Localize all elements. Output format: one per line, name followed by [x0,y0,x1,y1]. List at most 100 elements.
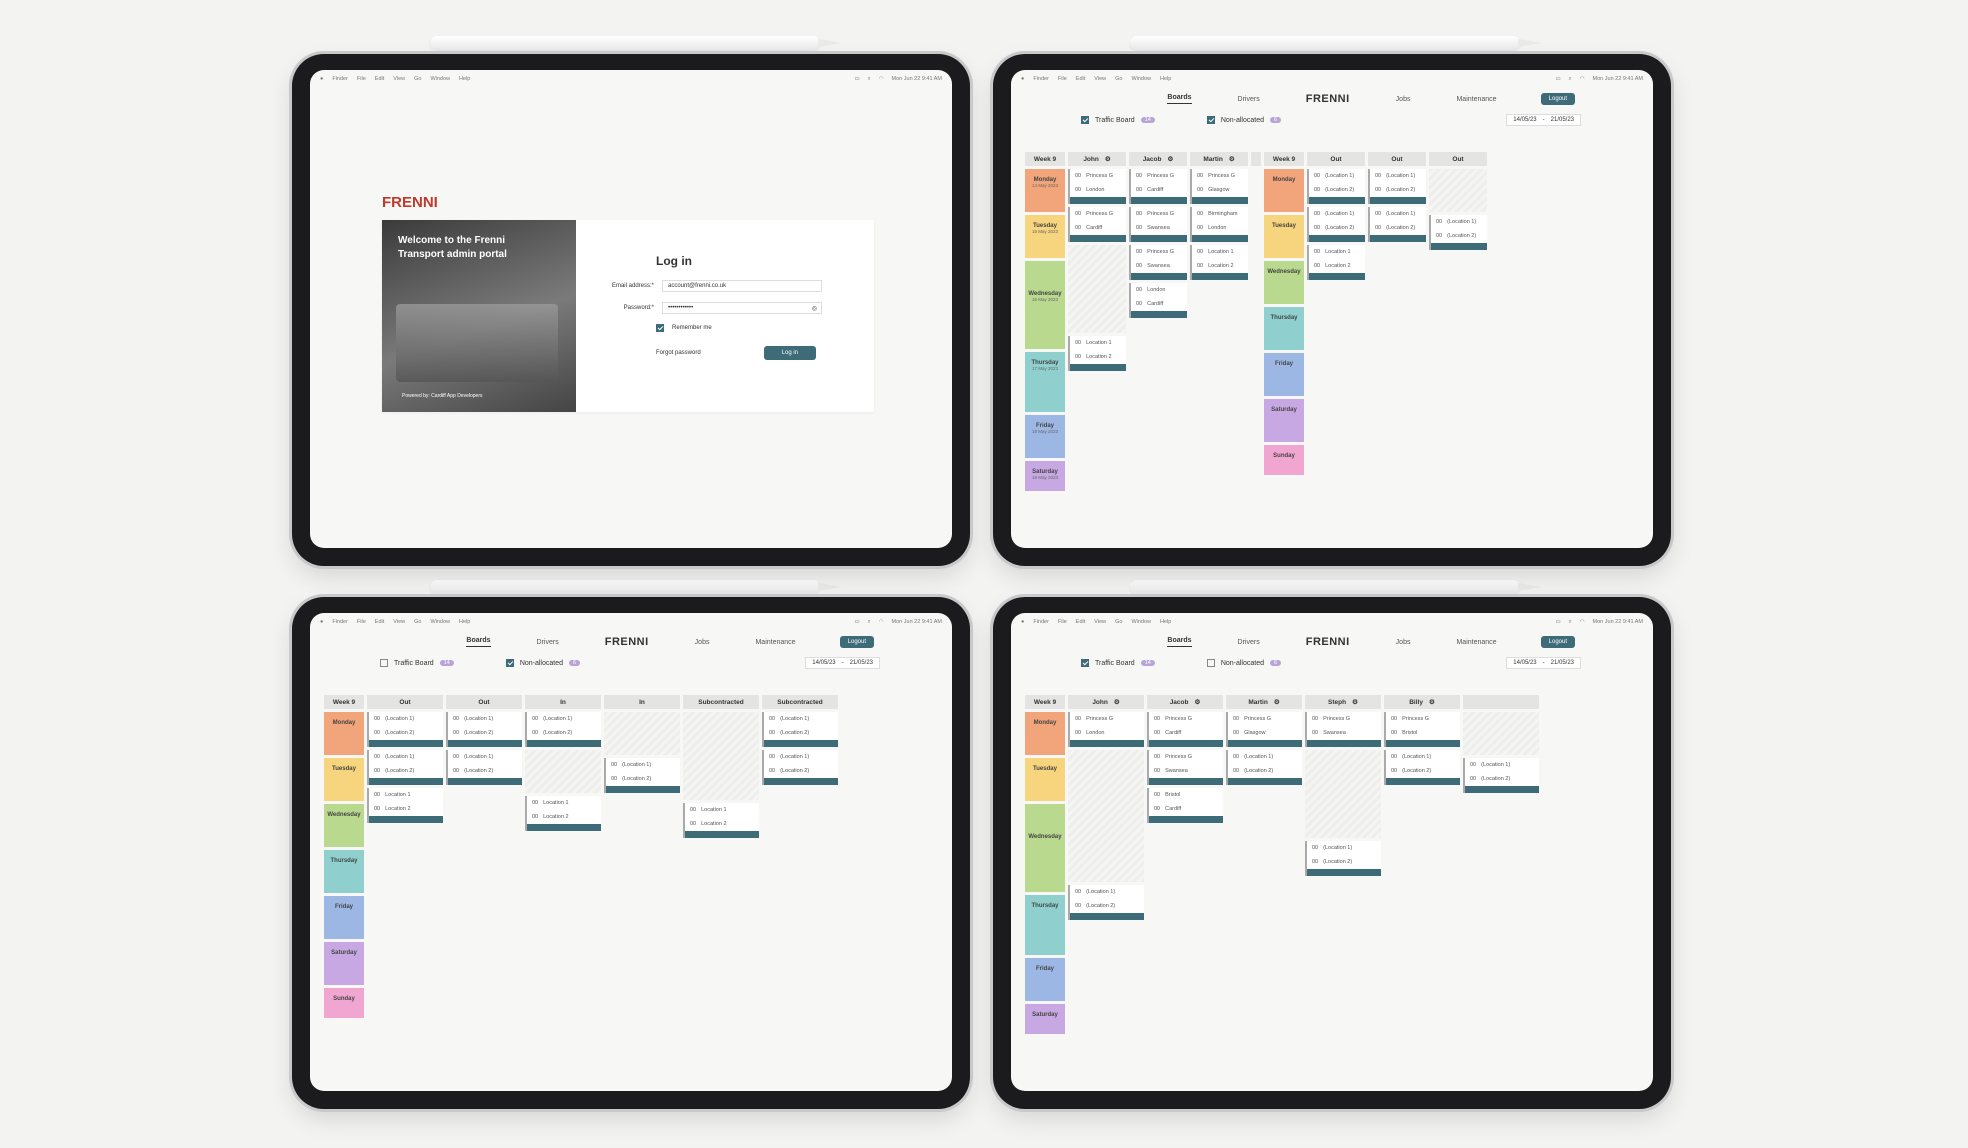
job-card[interactable]: 00 Princess G 00 Swansea [1129,245,1187,280]
nav-drivers[interactable]: Drivers [1238,96,1260,103]
empty-slot[interactable] [1068,245,1126,333]
menu-file[interactable]: File [1058,619,1067,625]
menu-help[interactable]: Help [459,76,470,82]
empty-slot[interactable] [683,712,759,800]
gear-icon[interactable]: ⚙ [1105,155,1111,163]
driver-header[interactable]: Martin ⚙ [1190,152,1248,166]
logout-button[interactable]: Logout [1540,636,1575,648]
menu-window[interactable]: Window [1131,619,1151,625]
job-card[interactable]: 00 (Location 1) 00 (Location 2) [1368,169,1426,204]
search-icon[interactable]: ⌕ [1569,76,1572,83]
menu-go[interactable]: Go [414,619,421,625]
job-card[interactable]: 00 Princess G 00 Glasgow [1190,169,1248,204]
empty-slot[interactable] [525,750,601,793]
job-card[interactable]: 00 Location 1 00 Location 2 [367,788,443,823]
driver-header[interactable]: Jacob ⚙ [1129,152,1187,166]
job-card[interactable]: 00 (Location 1) 00 (Location 2) [367,750,443,785]
job-card[interactable]: 00 (Location 1) 00 (Location 2) [762,750,838,785]
job-card[interactable]: 00 Princess G 00 Swansea [1129,207,1187,242]
date-range[interactable]: 14/05/23-21/05/23 [1506,657,1581,669]
gear-icon[interactable]: ⚙ [1274,698,1280,706]
traffic-checkbox[interactable] [1081,659,1089,667]
job-card[interactable]: 00 Princess G 00 Cardiff [1068,207,1126,242]
job-card[interactable]: 00 (Location 1) 00 (Location 2) [446,712,522,747]
search-icon[interactable]: ⌕ [1569,619,1572,626]
traffic-checkbox[interactable] [380,659,388,667]
job-card[interactable]: 00 (Location 1) 00 (Location 2) [1226,750,1302,785]
menu-file[interactable]: File [357,76,366,82]
traffic-checkbox[interactable] [1081,116,1089,124]
search-icon[interactable]: ⌕ [868,619,871,626]
logout-button[interactable]: Logout [1540,93,1575,105]
empty-slot[interactable] [1068,750,1144,882]
job-card[interactable]: 00 Princess G 00 Glasgow [1226,712,1302,747]
job-card[interactable]: 00 (Location 1) 00 (Location 2) [1307,169,1365,204]
menu-view[interactable]: View [393,76,405,82]
job-card[interactable]: 00 Princess G 00 London [1068,712,1144,747]
driver-header[interactable]: Martin ⚙ [1226,695,1302,709]
nav-maintenance[interactable]: Maintenance [1456,639,1496,646]
email-field[interactable]: account@frenni.co.uk [662,280,822,292]
job-card[interactable]: 00 Princess G 00 Bristol [1384,712,1460,747]
job-card[interactable]: 00 (Location 1) 00 (Location 2) [446,750,522,785]
menu-finder[interactable]: Finder [332,76,348,82]
search-icon[interactable]: ⌕ [868,76,871,83]
job-card[interactable]: 00 Princess G 00 London [1068,169,1126,204]
remember-checkbox[interactable] [656,324,664,332]
gear-icon[interactable]: ⚙ [1114,698,1120,706]
menu-finder[interactable]: Finder [1033,76,1049,82]
menu-edit[interactable]: Edit [375,76,384,82]
job-card[interactable]: 00 Princess G 00 Cardiff [1147,712,1223,747]
nav-maintenance[interactable]: Maintenance [755,639,795,646]
eye-icon[interactable]: ◎ [812,305,817,312]
nav-boards[interactable]: Boards [466,637,491,647]
job-card[interactable]: 00 (Location 1) 00 (Location 2) [762,712,838,747]
nav-jobs[interactable]: Jobs [1396,639,1411,646]
driver-header[interactable]: John ⚙ [1068,695,1144,709]
gear-icon[interactable]: ⚙ [1194,698,1200,706]
menu-help[interactable]: Help [1160,76,1171,82]
menu-view[interactable]: View [1094,619,1106,625]
nav-boards[interactable]: Boards [1167,94,1192,104]
empty-slot[interactable] [1429,169,1487,212]
logout-button[interactable]: Logout [839,636,874,648]
gear-icon[interactable]: ⚙ [1429,698,1435,706]
menu-file[interactable]: File [1058,76,1067,82]
nonalloc-checkbox[interactable] [505,659,514,667]
nav-jobs[interactable]: Jobs [695,639,710,646]
job-card[interactable]: 00 Location 1 00 Location 2 [1307,245,1365,280]
gear-icon[interactable]: ⚙ [1167,155,1173,163]
menu-finder[interactable]: Finder [332,619,348,625]
job-card[interactable]: 00 (Location 1) 00 (Location 2) [525,712,601,747]
nav-maintenance[interactable]: Maintenance [1456,96,1496,103]
forgot-password-link[interactable]: Forgot password [656,350,701,356]
job-card[interactable]: 00 (Location 1) 00 (Location 2) [1307,207,1365,242]
job-card[interactable]: 00 Bristol 00 Cardiff [1147,788,1223,823]
nonalloc-checkbox[interactable] [1206,659,1215,667]
date-range[interactable]: 14/05/23-21/05/23 [1506,114,1581,126]
menu-view[interactable]: View [393,619,405,625]
login-button[interactable]: Log in [763,346,816,360]
nav-drivers[interactable]: Drivers [537,639,559,646]
job-card[interactable]: 00 (Location 1) 00 (Location 2) [1305,841,1381,876]
job-card[interactable]: 00 Birmingham 00 London [1190,207,1248,242]
gear-icon[interactable]: ⚙ [1229,155,1235,163]
job-card[interactable]: 00 (Location 1) 00 (Location 2) [367,712,443,747]
empty-slot[interactable] [604,712,680,755]
menu-help[interactable]: Help [1160,619,1171,625]
job-card[interactable]: 00 (Location 1) 00 (Location 2) [1384,750,1460,785]
menu-file[interactable]: File [357,619,366,625]
menu-window[interactable]: Window [430,76,450,82]
menu-go[interactable]: Go [414,76,421,82]
job-card[interactable]: 00 Princess G 00 Swansea [1305,712,1381,747]
driver-header[interactable]: Billy ⚙ [1384,695,1460,709]
menu-go[interactable]: Go [1115,76,1122,82]
menu-edit[interactable]: Edit [375,619,384,625]
menu-edit[interactable]: Edit [1076,76,1085,82]
job-card[interactable]: 00 Princess G 00 Swansea [1147,750,1223,785]
gear-icon[interactable]: ⚙ [1352,698,1358,706]
menu-finder[interactable]: Finder [1033,619,1049,625]
job-card[interactable]: 00 (Location 1) 00 (Location 2) [1368,207,1426,242]
job-card[interactable]: 00 Location 1 00 Location 2 [1068,336,1126,371]
empty-slot[interactable] [1305,750,1381,838]
